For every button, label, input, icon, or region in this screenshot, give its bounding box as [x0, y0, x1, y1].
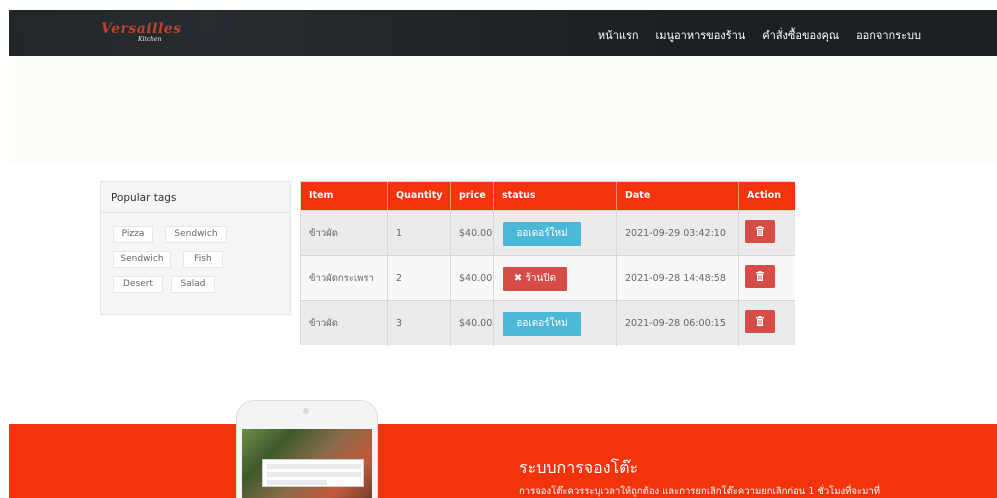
cell-quantity: 1 — [388, 211, 451, 256]
tag-salad[interactable]: Salad — [171, 276, 215, 293]
cell-date: 2021-09-28 14:48:58 — [617, 256, 739, 301]
phone-mockup-image — [236, 400, 378, 498]
booking-description: การจองโต๊ะควรระบุเวลาให้ถูกต้อง และการยก… — [519, 486, 880, 497]
booking-title: ระบบการจองโต๊ะ — [519, 458, 639, 477]
trash-icon — [756, 271, 764, 281]
status-button[interactable]: ออเดอร์ใหม่ — [503, 222, 581, 246]
site-logo[interactable]: Versailles Kitchen — [101, 21, 182, 43]
table-row: ข้าวผัด 3 $40.00 ออเดอร์ใหม่ 2021-09-28 … — [301, 300, 795, 346]
delete-button[interactable] — [745, 220, 775, 243]
col-header-status: status — [494, 182, 617, 210]
col-header-quantity: Quantity — [388, 182, 451, 210]
col-header-action: Action — [747, 190, 782, 201]
cell-item: ข้าวผัด — [301, 301, 388, 346]
form-line — [267, 480, 327, 485]
nav-link-menu[interactable]: เมนูอาหารของร้าน — [656, 26, 746, 44]
cell-quantity: 2 — [388, 256, 451, 301]
orders-table-header: Item Quantity price status Date Action — [301, 182, 795, 210]
logo-main-text: Versailles — [101, 21, 182, 37]
phone-booking-form — [262, 459, 364, 487]
phone-speaker — [303, 408, 309, 414]
cell-price: $40.00 — [451, 256, 494, 301]
navbar: Versailles Kitchen หน้าแรก เมนูอาหารของร… — [9, 10, 997, 56]
delete-button[interactable] — [745, 265, 775, 288]
cell-price: $40.00 — [451, 211, 494, 256]
cell-date: 2021-09-28 06:00:15 — [617, 301, 739, 346]
cell-date: 2021-09-29 03:42:10 — [617, 211, 739, 256]
x-icon: ✖ — [513, 273, 523, 284]
nav-link-logout[interactable]: ออกจากระบบ — [856, 26, 921, 44]
popular-tags-title: Popular tags — [101, 182, 290, 213]
tag-pizza[interactable]: Pizza — [113, 226, 153, 243]
cell-price: $40.00 — [451, 301, 494, 346]
cell-item: ข้าวผัด — [301, 211, 388, 256]
trash-icon — [756, 316, 764, 326]
table-row: ข้าวผัดกระเพรา 2 $40.00 ✖ ร้านปิด 2021-0… — [301, 255, 795, 301]
nav-links: หน้าแรก เมนูอาหารของร้าน คำสั่งซื้อของคุ… — [598, 26, 921, 44]
cell-item: ข้าวผัดกระเพรา — [301, 256, 388, 301]
table-row: ข้าวผัด 1 $40.00 ออเดอร์ใหม่ 2021-09-29 … — [301, 210, 795, 256]
form-line — [267, 472, 361, 477]
logo-sub-text: Kitchen — [138, 36, 162, 43]
status-label: ร้านปิด — [525, 273, 557, 284]
col-header-item: Item — [301, 182, 388, 210]
status-button[interactable]: ออเดอร์ใหม่ — [503, 312, 581, 336]
nav-link-home[interactable]: หน้าแรก — [598, 26, 639, 44]
hero-banner — [9, 56, 997, 164]
trash-icon — [756, 226, 764, 236]
tag-fish[interactable]: Fish — [183, 251, 223, 268]
nav-link-orders[interactable]: คำสั่งซื้อของคุณ — [762, 26, 839, 44]
tag-desert[interactable]: Desert — [113, 276, 163, 293]
cell-quantity: 3 — [388, 301, 451, 346]
table-booking-section: ระบบการจองโต๊ะ การจองโต๊ะควรระบุเวลาให้ถ… — [9, 424, 997, 498]
tag-sendwich-2[interactable]: Sendwich — [113, 251, 171, 268]
tag-sendwich[interactable]: Sendwich — [165, 226, 227, 243]
phone-screen — [242, 429, 372, 498]
orders-table: Item Quantity price status Date Action ข… — [300, 181, 795, 346]
col-header-date: Date — [617, 182, 739, 210]
popular-tags-widget: Popular tags Pizza Sendwich Sendwich Fis… — [100, 181, 291, 315]
cell-status: ✖ ร้านปิด — [494, 256, 617, 301]
cell-status: ออเดอร์ใหม่ — [494, 211, 617, 256]
delete-button[interactable] — [745, 310, 775, 333]
status-button[interactable]: ✖ ร้านปิด — [503, 267, 567, 291]
col-header-price: price — [451, 182, 494, 210]
form-line — [267, 464, 361, 469]
cell-status: ออเดอร์ใหม่ — [494, 301, 617, 346]
